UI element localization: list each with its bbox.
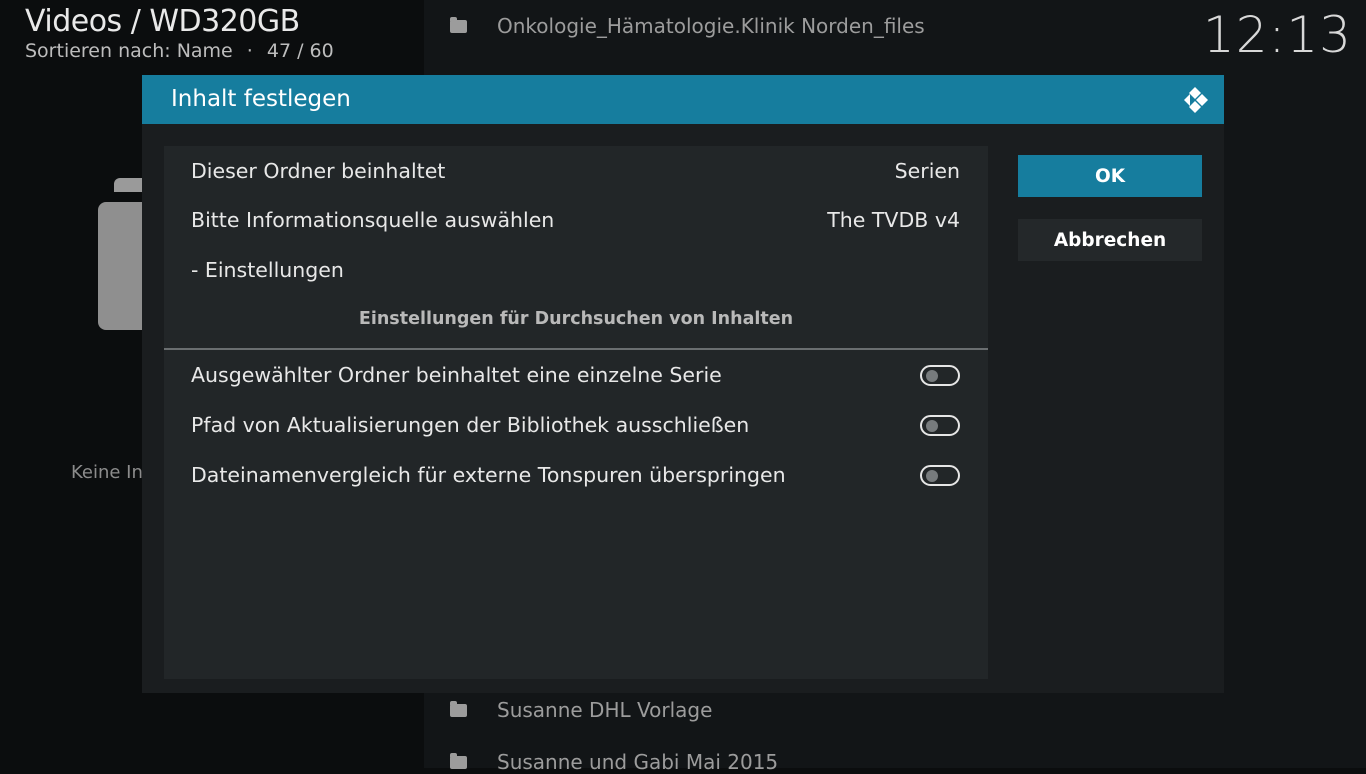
kodi-logo-icon [1184,87,1208,113]
ok-button[interactable]: OK [1018,155,1202,197]
settings-list: Dieser Ordner beinhaltet Serien Bitte In… [164,146,988,679]
toggle-knob [926,369,938,382]
toggle-switch[interactable] [920,464,960,486]
dialog-header: Inhalt festlegen [142,75,1224,124]
toggle-label: Ausgewählter Ordner beinhaltet eine einz… [191,363,722,387]
folder-icon [450,752,467,769]
toggle-label: Dateinamenvergleich für externe Tonspure… [191,463,786,487]
toggle-skip-audio-match[interactable]: Dateinamenvergleich für externe Tonspure… [191,460,960,490]
scraper-setting[interactable]: Bitte Informationsquelle auswählen The T… [191,205,960,235]
page-title: Videos / WD320GB [25,4,300,39]
sort-separator: · [246,40,253,62]
list-item-label: Onkologie_Hämatologie.Klinik Norden_file… [497,14,925,38]
content-type-setting[interactable]: Dieser Ordner beinhaltet Serien [191,156,960,186]
list-item-label: Susanne DHL Vorlage [497,698,713,722]
folder-icon [450,16,467,33]
scraper-settings-button[interactable]: - Einstellungen [191,255,960,285]
setting-label: - Einstellungen [191,258,344,282]
dialog-title: Inhalt festlegen [171,86,351,112]
sort-label: Sortieren nach: Name [25,40,233,62]
toggle-knob [926,469,938,482]
list-item[interactable]: Susanne und Gabi Mai 2015 [450,750,778,774]
set-content-dialog: Inhalt festlegen Dieser Ordner beinhalte… [142,75,1224,693]
sort-info: Sortieren nach: Name · 47 / 60 [25,40,334,62]
section-title: Einstellungen für Durchsuchen von Inhalt… [358,309,794,329]
list-item-label: Susanne und Gabi Mai 2015 [497,750,779,774]
toggle-exclude-path[interactable]: Pfad von Aktualisierungen der Bibliothek… [191,410,960,440]
toggle-switch[interactable] [920,414,960,436]
setting-label: Bitte Informationsquelle auswählen [191,208,555,232]
cancel-button[interactable]: Abbrechen [1018,219,1202,261]
item-position: 47 / 60 [266,40,334,62]
folder-icon [450,700,467,717]
no-info-text: Keine In [71,462,143,483]
list-item[interactable]: Onkologie_Hämatologie.Klinik Norden_file… [450,14,925,38]
setting-label: Dieser Ordner beinhaltet [191,159,446,183]
setting-value: The TVDB v4 [827,208,960,232]
toggle-knob [926,419,938,432]
setting-value: Serien [894,159,960,183]
toggle-label: Pfad von Aktualisierungen der Bibliothek… [191,413,750,437]
toggle-single-series[interactable]: Ausgewählter Ordner beinhaltet eine einz… [191,360,960,390]
section-divider [164,348,988,350]
list-item[interactable]: Susanne DHL Vorlage [450,698,712,722]
toggle-switch[interactable] [920,364,960,386]
clock: 12:13 [1202,6,1352,64]
